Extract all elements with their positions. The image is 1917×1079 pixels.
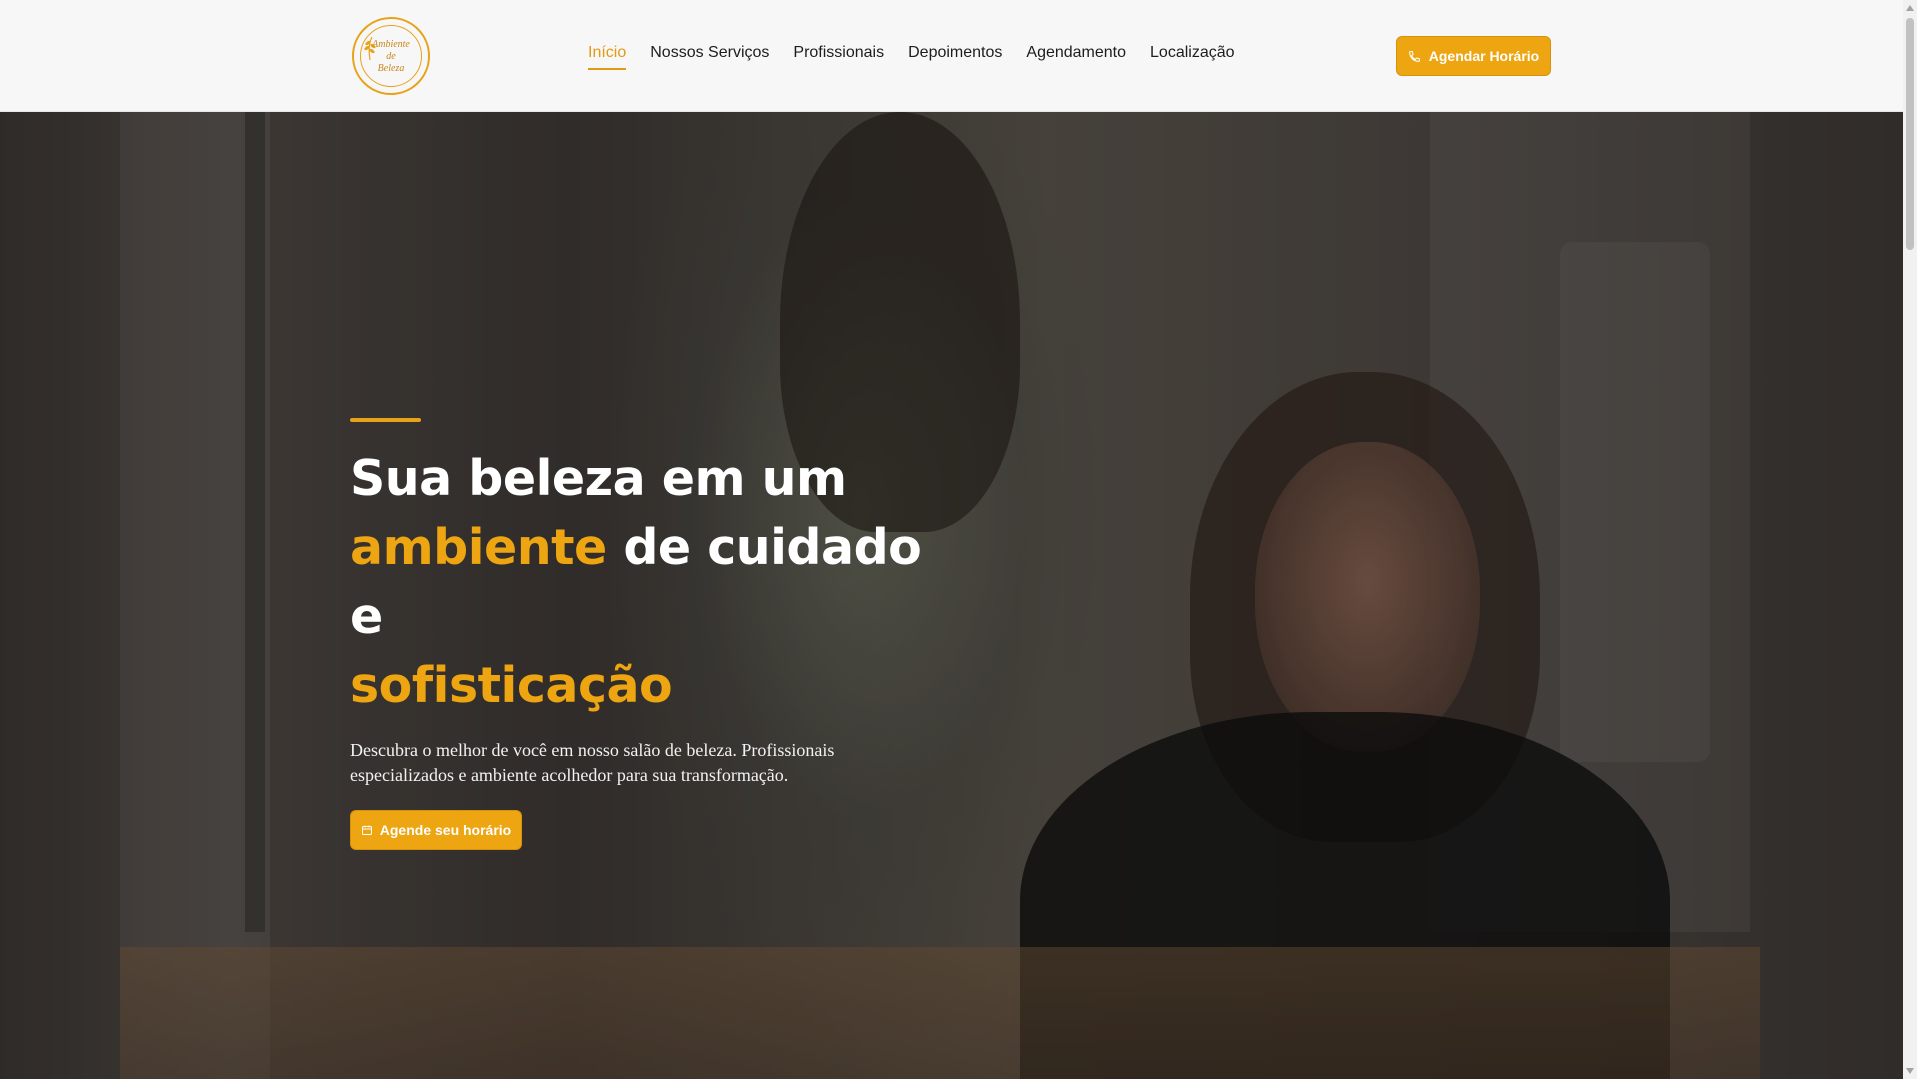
site-header: Ambiente de Beleza Início Nossos Serviço… — [0, 0, 1903, 112]
headline-highlight-2: sofisticação — [350, 657, 673, 714]
headline-highlight-1: ambiente — [350, 519, 607, 576]
book-appointment-label: Agende seu horário — [379, 822, 512, 838]
phone-icon — [1408, 50, 1420, 62]
nav-item-depoimentos[interactable]: Depoimentos — [908, 44, 1002, 70]
headline-part-1: Sua beleza em um — [350, 450, 847, 507]
main-nav: Início Nossos Serviços Profissionais Dep… — [588, 44, 1259, 70]
hero-headline: Sua beleza em um ambiente de cuidado e s… — [350, 444, 950, 720]
logo-text: Ambiente de Beleza — [372, 39, 410, 74]
nav-item-agendamento[interactable]: Agendamento — [1026, 44, 1126, 70]
scrollbar-thumb[interactable] — [1906, 18, 1914, 250]
hero-section: Sua beleza em um ambiente de cuidado e s… — [0, 112, 1903, 1079]
nav-item-servicos[interactable]: Nossos Serviços — [650, 44, 769, 70]
nav-item-localizacao[interactable]: Localização — [1150, 44, 1235, 70]
scroll-down-icon[interactable] — [1906, 1068, 1914, 1074]
hero-overlay — [0, 112, 1903, 1079]
scroll-up-icon[interactable] — [1906, 5, 1914, 11]
hero-description: Descubra o melhor de você em nosso salão… — [350, 740, 835, 785]
page-scrollbar[interactable] — [1903, 0, 1917, 1079]
brand-logo[interactable]: Ambiente de Beleza — [352, 17, 430, 95]
accent-line — [350, 418, 421, 422]
schedule-button-label: Agendar Horário — [1428, 48, 1540, 64]
nav-item-inicio[interactable]: Início — [588, 44, 627, 70]
schedule-button[interactable]: Agendar Horário — [1396, 36, 1551, 76]
calendar-icon — [361, 825, 372, 835]
book-appointment-button[interactable]: Agende seu horário — [350, 810, 522, 850]
hero-content: Sua beleza em um ambiente de cuidado e s… — [350, 418, 950, 850]
nav-item-profissionais[interactable]: Profissionais — [793, 44, 884, 70]
